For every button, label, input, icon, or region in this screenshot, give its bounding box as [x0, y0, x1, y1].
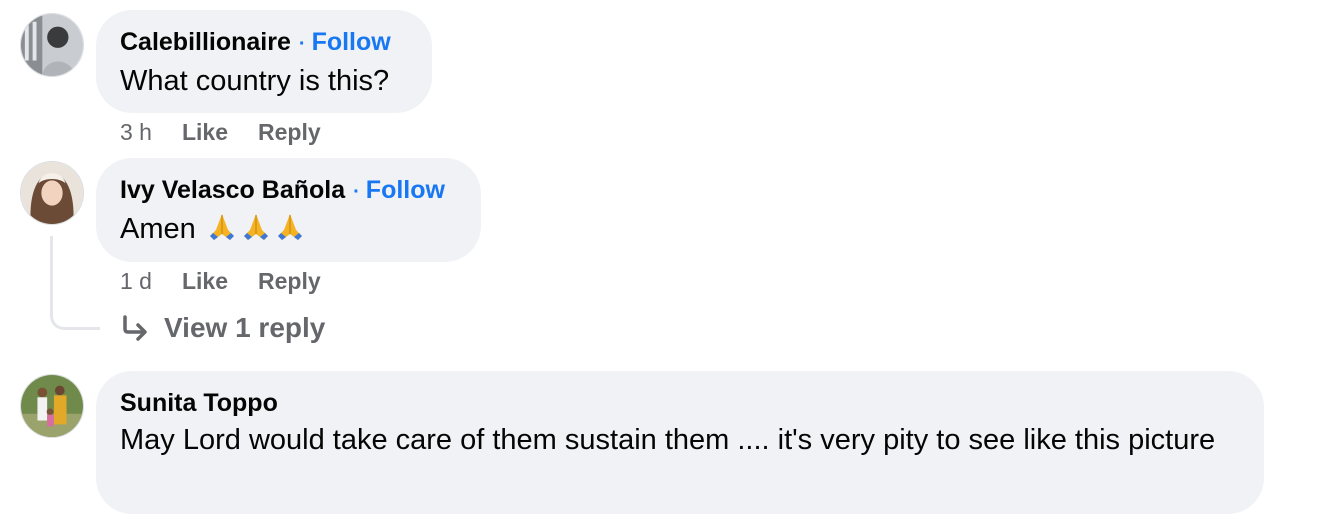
reply-arrow-icon	[123, 315, 147, 341]
user-avatar-photo-icon	[21, 375, 83, 437]
avatar-calebillionaire[interactable]	[20, 13, 84, 77]
avatar-ivy-velasco-banola[interactable]	[20, 161, 84, 225]
reply-button[interactable]: Reply	[258, 119, 321, 145]
comment-text: Amen	[120, 213, 196, 245]
user-avatar-photo-icon	[21, 14, 83, 76]
view-replies-label: View 1 reply	[164, 312, 326, 343]
comment-actions-1: 3 h Like Reply	[120, 117, 321, 147]
reply-thread-line	[50, 236, 100, 330]
like-button[interactable]: Like	[182, 119, 228, 145]
comment-text-row: Amen	[120, 209, 457, 249]
comment-actions-2: 1 d Like Reply	[120, 266, 321, 296]
comment-text: May Lord would take care of them sustain…	[120, 424, 1216, 456]
reply-button[interactable]: Reply	[258, 268, 321, 294]
follow-button[interactable]: Follow	[312, 28, 391, 56]
separator-dot: ·	[353, 181, 360, 203]
like-button[interactable]: Like	[182, 268, 228, 294]
folded-hands-icon	[277, 214, 302, 240]
folded-hands-icon	[209, 214, 234, 240]
comment-bubble-2: Ivy Velasco Bañola · Follow Amen	[96, 158, 481, 262]
comment-timestamp[interactable]: 1 d	[120, 268, 152, 294]
comment-author[interactable]: Calebillionaire	[120, 28, 291, 56]
separator-dot: ·	[298, 33, 306, 55]
comment-text: What country is this?	[120, 65, 390, 97]
comment-author[interactable]: Sunita Toppo	[120, 389, 278, 417]
comment-author[interactable]: Ivy Velasco Bañola	[120, 176, 345, 204]
view-replies-button[interactable]: View 1 reply	[120, 312, 325, 344]
follow-button[interactable]: Follow	[366, 176, 445, 204]
avatar-sunita-toppo[interactable]	[20, 374, 84, 438]
user-avatar-photo-icon	[21, 162, 83, 224]
folded-hands-icon	[243, 214, 268, 240]
comment-timestamp[interactable]: 3 h	[120, 119, 152, 145]
comment-bubble-3: Sunita Toppo May Lord would take care of…	[96, 371, 1264, 514]
comment-bubble-1: Calebillionaire · Follow What country is t…	[96, 10, 432, 113]
